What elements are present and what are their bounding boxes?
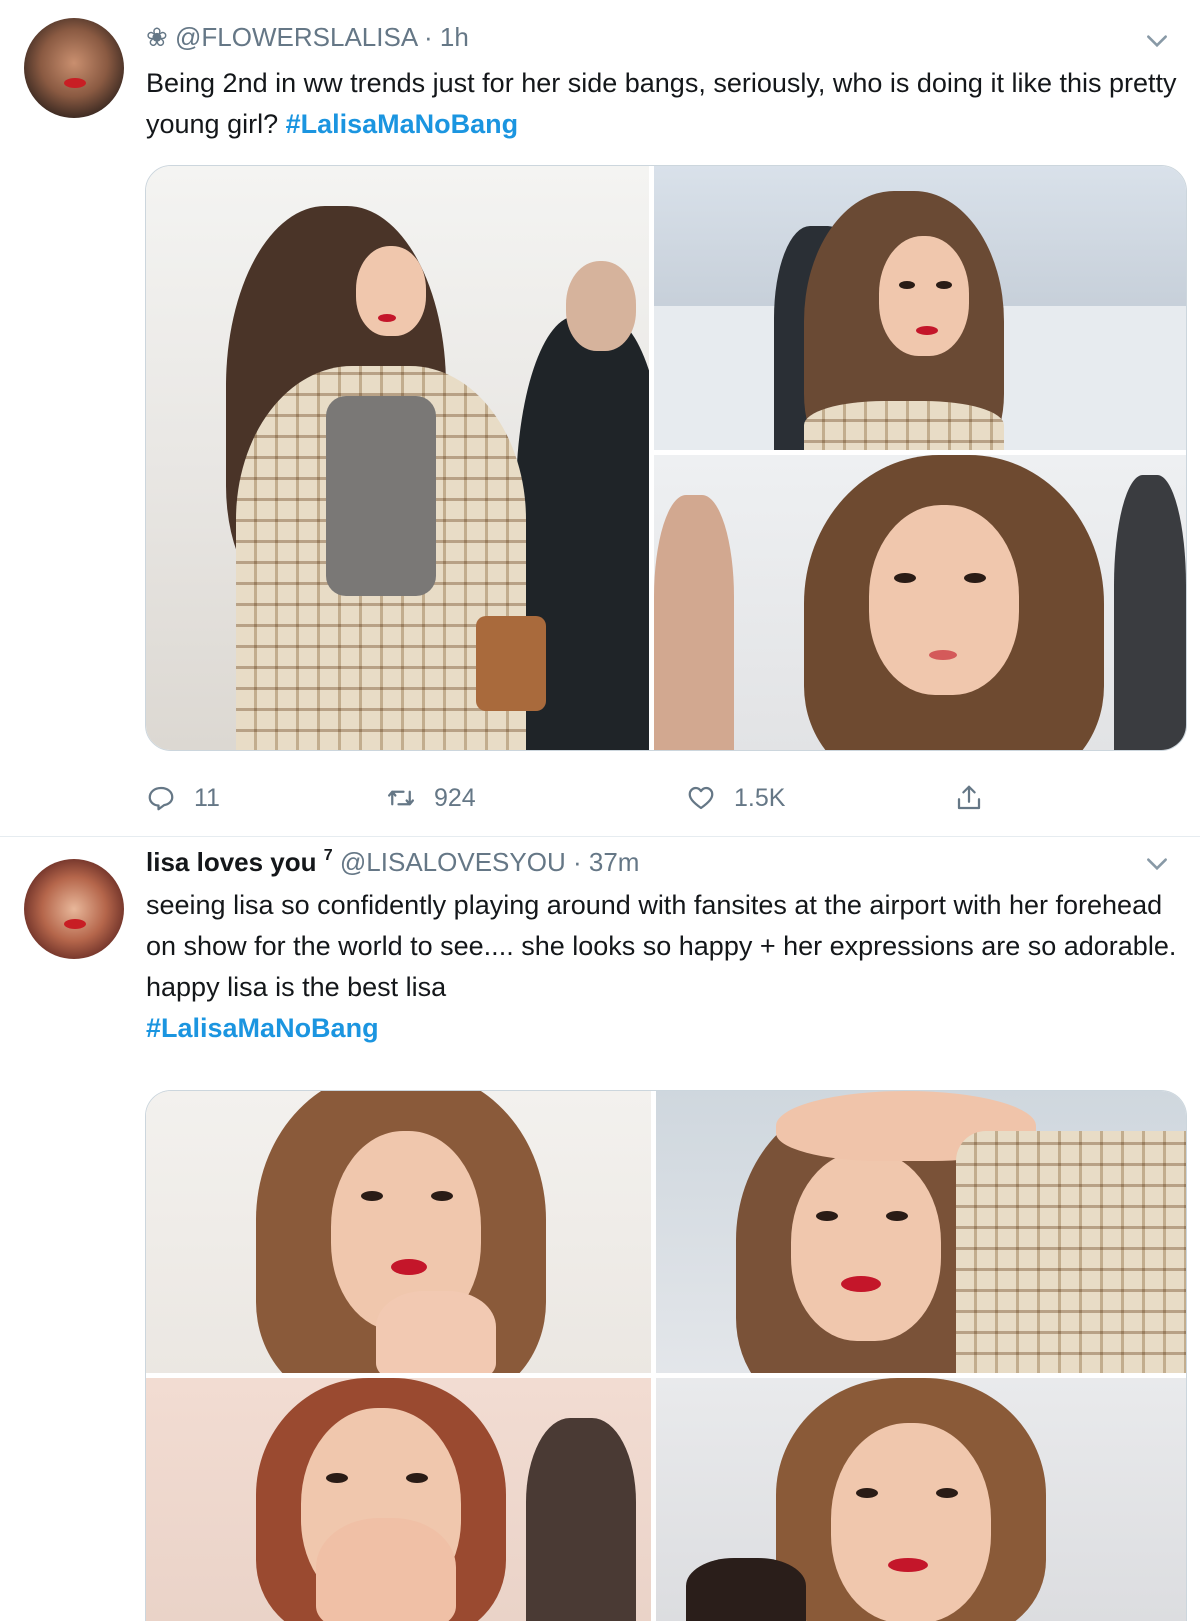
lips	[916, 326, 938, 335]
retweet-icon	[388, 790, 414, 806]
eye	[936, 1488, 958, 1498]
display-name[interactable]: lisa loves you	[146, 847, 317, 877]
avatar-lips	[64, 919, 86, 929]
plaid-sleeve	[956, 1131, 1186, 1373]
eye	[886, 1211, 908, 1221]
eye	[431, 1191, 453, 1201]
hashtag-link[interactable]: #LalisaMaNoBang	[286, 109, 519, 139]
like-count: 1.5K	[734, 783, 786, 812]
background-person	[1114, 475, 1186, 750]
timestamp[interactable]: 37m	[589, 847, 640, 877]
foreground-person	[686, 1558, 806, 1621]
chevron-down-icon[interactable]	[1144, 28, 1170, 54]
retweet-count: 924	[434, 783, 476, 812]
tweet-text: seeing lisa so confidently playing aroun…	[146, 885, 1186, 1049]
eye	[326, 1473, 348, 1483]
eye	[361, 1191, 383, 1201]
hand	[316, 1518, 456, 1621]
lips	[841, 1276, 881, 1292]
reply-icon	[148, 786, 174, 811]
share-icon	[957, 785, 981, 810]
eye	[894, 573, 916, 583]
heart-icon	[688, 786, 714, 810]
tweet-header: ❀ @FLOWERSLALISA · 1h	[146, 22, 469, 53]
handbag	[476, 616, 546, 711]
tweet-1[interactable]: ❀ @FLOWERSLALISA · 1h Being 2nd in ww tr…	[0, 0, 1200, 837]
photo-2[interactable]	[656, 1091, 1186, 1373]
tweet-text: Being 2nd in ww trends just for her side…	[146, 63, 1186, 145]
media-grid	[145, 165, 1187, 751]
flower-icon: ❀	[146, 22, 168, 52]
avatar[interactable]	[24, 18, 124, 118]
eye	[856, 1488, 878, 1498]
share-button[interactable]	[954, 778, 984, 818]
retweet-button[interactable]: 924	[386, 778, 476, 818]
chevron-down-icon[interactable]	[1144, 851, 1170, 877]
eye	[964, 573, 986, 583]
background-person	[654, 495, 734, 750]
face	[831, 1423, 991, 1621]
photo-3[interactable]	[146, 1378, 651, 1621]
like-button[interactable]: 1.5K	[686, 778, 785, 818]
tweet-2[interactable]: lisa loves you 7 @LISALOVESYOU · 37m see…	[0, 837, 1200, 1621]
face	[869, 505, 1019, 695]
hashtag-link[interactable]: #LalisaMaNoBang	[146, 1013, 379, 1043]
face	[791, 1151, 941, 1341]
photo-1[interactable]	[146, 166, 649, 750]
photo-3[interactable]	[654, 455, 1186, 750]
photo-1[interactable]	[146, 1091, 651, 1373]
eye	[899, 281, 915, 289]
media-grid	[145, 1090, 1187, 1621]
face	[356, 246, 426, 336]
avatar-lips	[64, 78, 86, 88]
background-person	[526, 1418, 636, 1621]
reply-count: 11	[194, 783, 220, 812]
tweet-text-body: seeing lisa so confidently playing aroun…	[146, 890, 1177, 1002]
lips	[391, 1259, 427, 1275]
reply-button[interactable]: 11	[146, 778, 220, 818]
lips	[378, 314, 396, 322]
separator: ·	[572, 847, 582, 877]
hand	[376, 1291, 496, 1373]
sweater	[326, 396, 436, 596]
tweet-actions: 11 924 1.5K	[146, 778, 1046, 818]
photo-2[interactable]	[654, 166, 1186, 450]
plaid-coat	[804, 401, 1004, 450]
eye	[406, 1473, 428, 1483]
tweet-header: lisa loves you 7 @LISALOVESYOU · 37m	[146, 847, 639, 878]
eye	[936, 281, 952, 289]
background-person-face	[566, 261, 636, 351]
eye	[816, 1211, 838, 1221]
user-handle[interactable]: @LISALOVESYOU	[340, 847, 566, 877]
photo-4[interactable]	[656, 1378, 1186, 1621]
lips	[888, 1558, 928, 1572]
user-handle[interactable]: @FLOWERSLALISA	[175, 22, 417, 52]
timestamp[interactable]: 1h	[440, 22, 469, 52]
separator: ·	[423, 22, 433, 52]
lips	[929, 650, 957, 660]
display-name-badge: 7	[323, 847, 333, 864]
face	[879, 236, 969, 356]
avatar[interactable]	[24, 859, 124, 959]
